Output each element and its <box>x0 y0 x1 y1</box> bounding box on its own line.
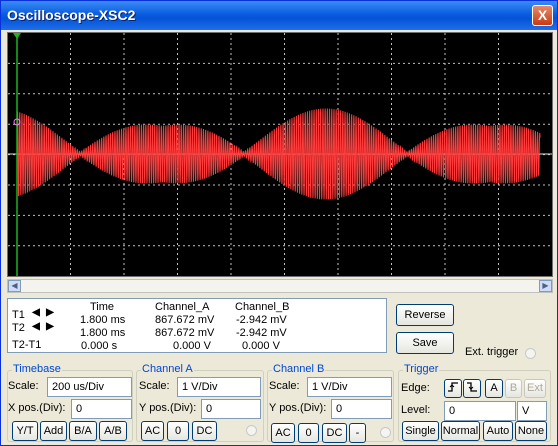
channel-b-scale-label: Scale: <box>269 380 300 392</box>
t1-label: T1 <box>12 309 25 321</box>
rising-edge-icon[interactable] <box>444 379 462 398</box>
channel-b-scale-input[interactable]: 1 V/Div <box>307 377 392 397</box>
channel-a-zero-button[interactable]: 0 <box>167 421 189 441</box>
trigger-level-label: Level: <box>401 404 431 416</box>
t1-left-arrow-icon[interactable]: ◀ <box>30 308 42 318</box>
t2-channel-a: 867.672 mV <box>155 327 215 339</box>
channel-a-trace <box>16 108 541 200</box>
channel-a-ypos-label: Y pos.(Div): <box>139 402 197 414</box>
close-button[interactable]: X <box>532 5 553 26</box>
t1-time: 1.800 ms <box>80 314 126 326</box>
trigger-group: Trigger Edge: A B Ext Level: 0 V Single … <box>398 363 551 442</box>
t2-time: 1.800 ms <box>80 327 126 339</box>
t2-channel-b: -2.942 mV <box>236 327 287 339</box>
channel-a-ypos-input[interactable]: 0 <box>201 399 261 419</box>
ab-button[interactable]: A/B <box>99 421 127 441</box>
trigger-edge-label: Edge: <box>401 382 430 394</box>
cursor-t1-handle-icon[interactable] <box>13 33 21 39</box>
trigger-auto-button[interactable]: Auto <box>483 421 513 441</box>
t1-right-arrow-icon[interactable]: ▶ <box>44 308 56 318</box>
scroll-right-icon[interactable]: ▶ <box>539 280 552 292</box>
ext-trigger-terminal[interactable] <box>525 348 536 359</box>
channel-b-ac-button[interactable]: AC <box>271 423 295 443</box>
channel-b-ypos-input[interactable]: 0 <box>331 399 392 419</box>
t1-channel-b: -2.942 mV <box>236 314 287 326</box>
time-scrollbar[interactable]: ◀ ▶ <box>7 279 553 293</box>
channel-a-dc-button[interactable]: DC <box>192 421 217 441</box>
t2-label: T2 <box>12 322 25 334</box>
timebase-xpos-input[interactable]: 0 <box>71 399 132 419</box>
trigger-single-button[interactable]: Single <box>402 421 439 441</box>
scroll-left-icon[interactable]: ◀ <box>8 280 21 292</box>
waveform-display <box>8 33 552 276</box>
t2-right-arrow-icon[interactable]: ▶ <box>44 322 56 332</box>
timebase-xpos-label: X pos.(Div): <box>8 402 66 414</box>
title-bar[interactable]: Oscilloscope-XSC2 X <box>1 1 557 30</box>
add-button[interactable]: Add <box>40 421 67 441</box>
reverse-button[interactable]: Reverse <box>396 304 454 326</box>
delta-channel-b: 0.000 V <box>242 340 280 352</box>
channel-a-scale-label: Scale: <box>139 380 170 392</box>
timebase-title: Timebase <box>12 363 62 375</box>
oscilloscope-window: Oscilloscope-XSC2 X ◀ ▶ T1 ◀ ▶ T2 ◀ ▶ T2… <box>0 0 558 446</box>
timebase-scale-input[interactable]: 200 us/Div <box>47 377 132 397</box>
time-header: Time <box>90 301 115 313</box>
channel-a-ac-button[interactable]: AC <box>141 421 164 441</box>
ba-button[interactable]: B/A <box>69 421 97 441</box>
falling-edge-icon[interactable] <box>463 379 481 398</box>
trigger-normal-button[interactable]: Normal <box>441 421 480 441</box>
yt-button[interactable]: Y/T <box>12 421 38 441</box>
t2-t1-label: T2-T1 <box>12 339 42 351</box>
trigger-source-a-button[interactable]: A <box>485 379 503 398</box>
channel-b-ypos-label: Y pos.(Div): <box>269 402 327 414</box>
trigger-level-input[interactable]: 0 <box>444 401 516 421</box>
channel-b-header: Channel_B <box>235 301 290 313</box>
scope-screen[interactable] <box>7 32 553 277</box>
t2-left-arrow-icon[interactable]: ◀ <box>30 322 42 332</box>
timebase-scale-label: Scale: <box>8 380 39 392</box>
delta-time: 0.000 s <box>81 340 118 352</box>
channel-b-terminal[interactable] <box>380 427 391 438</box>
channel-b-dc-button[interactable]: DC <box>322 423 347 443</box>
trigger-level-unit[interactable]: V <box>517 401 547 421</box>
ext-trigger-label: Ext. trigger <box>465 346 519 358</box>
channel-b-title: Channel B <box>272 363 326 375</box>
channel-a-title: Channel A <box>141 363 194 375</box>
channel-a-terminal[interactable] <box>246 425 257 436</box>
delta-channel-a: 0.000 V <box>173 340 211 352</box>
channel-b-group: Channel B Scale: 1 V/Div Y pos.(Div): 0 … <box>267 363 394 443</box>
channel-b-zero-button[interactable]: 0 <box>298 423 319 443</box>
trigger-title: Trigger <box>403 363 440 375</box>
cursor-readout-panel: T1 ◀ ▶ T2 ◀ ▶ T2-T1 Time Channel_A Chann… <box>7 298 387 353</box>
window-title: Oscilloscope-XSC2 <box>7 7 136 23</box>
trigger-none-button[interactable]: None <box>515 421 547 441</box>
channel-a-scale-input[interactable]: 1 V/Div <box>177 377 261 397</box>
trigger-source-ext-button[interactable]: Ext <box>524 379 546 398</box>
timebase-group: Timebase Scale: 200 us/Div X pos.(Div): … <box>7 363 133 442</box>
channel-b-invert-button[interactable]: - <box>349 423 366 443</box>
trigger-source-b-button[interactable]: B <box>505 379 522 398</box>
t1-channel-a: 867.672 mV <box>155 314 215 326</box>
channel-a-group: Channel A Scale: 1 V/Div Y pos.(Div): 0 … <box>136 363 264 442</box>
channel-a-header: Channel_A <box>155 301 210 313</box>
save-button[interactable]: Save <box>396 332 454 354</box>
